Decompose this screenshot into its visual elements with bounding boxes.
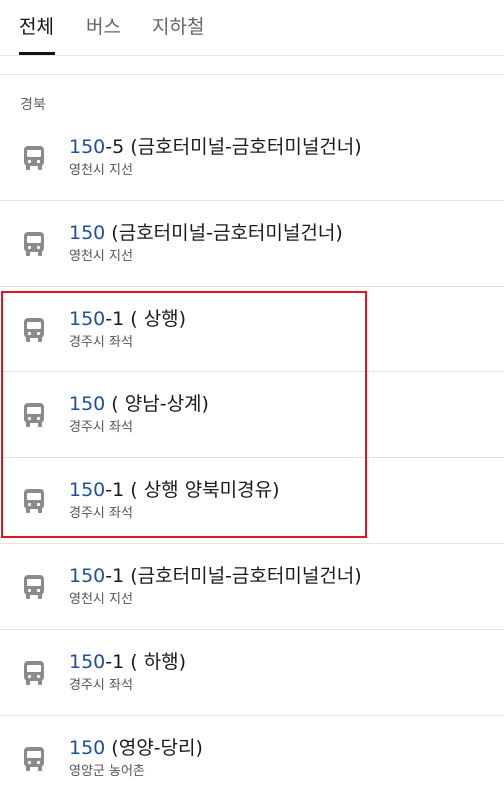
route-title: 150-1 ( 하행) [69,649,186,675]
route-region: 영천시 지선 [69,163,133,178]
bus-icon [23,746,45,772]
route-result-item[interactable]: 150 (영양-당리) 영양군 농어촌 [0,716,504,797]
route-number: 150 [69,650,106,673]
bus-icon [23,231,45,257]
route-name: -1 ( 하행) [105,650,187,673]
highlight-box [1,291,367,538]
route-number: 150 [69,136,106,158]
route-region: 영천시 지선 [69,591,133,607]
tab-bus[interactable]: 버스 [86,12,121,42]
route-title: 150-1 (금호터미널-금호터미널건너) [69,563,362,589]
route-title: 150-5 (금호터미널-금호터미널건너) [69,134,362,160]
route-name: (금호터미널-금호터미널건너) [105,221,343,244]
bus-icon [23,574,45,600]
tab-subway[interactable]: 지하철 [152,12,204,42]
route-result-item[interactable]: 150-5 (금호터미널-금호터미널건너) 영천시 지선 [0,115,504,201]
route-result-item[interactable]: 150-1 ( 하행) 경주시 좌석 [0,630,504,716]
tab-bar-divider [0,55,504,56]
route-number: 150 [69,736,106,759]
tab-all[interactable]: 전체 [19,12,54,42]
route-number: 150 [69,564,106,587]
route-title: 150 (금호터미널-금호터미널건너) [69,220,343,246]
route-name: (영양-당리) [105,736,203,759]
route-name: -5 (금호터미널-금호터미널건너) [105,136,362,158]
route-region: 영천시 지선 [69,248,133,264]
route-result-item[interactable]: 150 (금호터미널-금호터미널건너) 영천시 지선 [0,201,504,287]
bus-icon [23,145,45,171]
route-number: 150 [69,221,106,244]
route-name: -1 (금호터미널-금호터미널건너) [105,564,362,587]
route-result-item[interactable]: 150-1 (금호터미널-금호터미널건너) 영천시 지선 [0,544,504,630]
route-title: 150 (영양-당리) [69,735,203,761]
bus-icon [23,660,45,686]
tab-bar: 전체 버스 지하철 [0,0,504,56]
route-region: 경주시 좌석 [69,677,133,693]
section-divider [0,74,504,75]
route-region: 영양군 농어촌 [69,763,145,779]
region-label: 경북 [20,97,46,113]
